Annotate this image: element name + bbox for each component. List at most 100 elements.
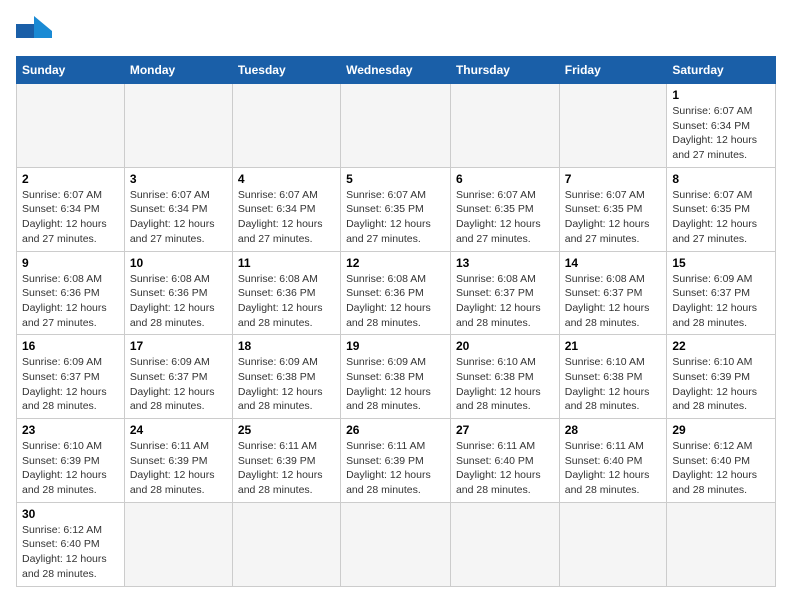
- calendar-table: SundayMondayTuesdayWednesdayThursdayFrid…: [16, 56, 776, 587]
- day-info: Sunrise: 6:07 AMSunset: 6:34 PMDaylight:…: [130, 188, 227, 247]
- day-info: Sunrise: 6:08 AMSunset: 6:36 PMDaylight:…: [22, 272, 119, 331]
- page-header: [16, 16, 776, 46]
- calendar-cell: 23 Sunrise: 6:10 AMSunset: 6:39 PMDayligh…: [17, 419, 125, 503]
- calendar-header-row: SundayMondayTuesdayWednesdayThursdayFrid…: [17, 57, 776, 84]
- column-header-tuesday: Tuesday: [232, 57, 340, 84]
- day-info: Sunrise: 6:07 AMSunset: 6:35 PMDaylight:…: [565, 188, 662, 247]
- day-info: Sunrise: 6:10 AMSunset: 6:38 PMDaylight:…: [565, 355, 662, 414]
- day-info: Sunrise: 6:08 AMSunset: 6:36 PMDaylight:…: [346, 272, 445, 331]
- calendar-cell: [17, 84, 125, 168]
- calendar-cell: [341, 502, 451, 586]
- column-header-wednesday: Wednesday: [341, 57, 451, 84]
- calendar-cell: 15 Sunrise: 6:09 AMSunset: 6:37 PMDayligh…: [667, 251, 776, 335]
- day-info: Sunrise: 6:09 AMSunset: 6:38 PMDaylight:…: [238, 355, 335, 414]
- day-info: Sunrise: 6:09 AMSunset: 6:38 PMDaylight:…: [346, 355, 445, 414]
- day-info: Sunrise: 6:07 AMSunset: 6:34 PMDaylight:…: [238, 188, 335, 247]
- calendar-cell: 27 Sunrise: 6:11 AMSunset: 6:40 PMDayligh…: [450, 419, 559, 503]
- calendar-cell: 4 Sunrise: 6:07 AMSunset: 6:34 PMDaylight…: [232, 167, 340, 251]
- day-number: 4: [238, 172, 335, 186]
- logo-icon: [16, 16, 52, 46]
- day-number: 20: [456, 339, 554, 353]
- day-number: 27: [456, 423, 554, 437]
- day-number: 5: [346, 172, 445, 186]
- day-number: 13: [456, 256, 554, 270]
- day-number: 10: [130, 256, 227, 270]
- day-number: 8: [672, 172, 770, 186]
- calendar-cell: 19 Sunrise: 6:09 AMSunset: 6:38 PMDayligh…: [341, 335, 451, 419]
- calendar-cell: [559, 84, 667, 168]
- calendar-cell: [450, 84, 559, 168]
- day-info: Sunrise: 6:11 AMSunset: 6:40 PMDaylight:…: [565, 439, 662, 498]
- calendar-cell: 1 Sunrise: 6:07 AMSunset: 6:34 PMDaylight…: [667, 84, 776, 168]
- day-info: Sunrise: 6:08 AMSunset: 6:37 PMDaylight:…: [565, 272, 662, 331]
- calendar-cell: 24Sunrise: 6:11 AMSunset: 6:39 PMDayligh…: [124, 419, 232, 503]
- column-header-friday: Friday: [559, 57, 667, 84]
- day-info: Sunrise: 6:12 AMSunset: 6:40 PMDaylight:…: [22, 523, 119, 582]
- day-info: Sunrise: 6:09 AMSunset: 6:37 PMDaylight:…: [130, 355, 227, 414]
- calendar-cell: 12 Sunrise: 6:08 AMSunset: 6:36 PMDayligh…: [341, 251, 451, 335]
- calendar-cell: [450, 502, 559, 586]
- day-info: Sunrise: 6:08 AMSunset: 6:36 PMDaylight:…: [238, 272, 335, 331]
- day-number: 15: [672, 256, 770, 270]
- day-number: 7: [565, 172, 662, 186]
- column-header-monday: Monday: [124, 57, 232, 84]
- calendar-cell: 16 Sunrise: 6:09 AMSunset: 6:37 PMDayligh…: [17, 335, 125, 419]
- day-info: Sunrise: 6:11 AMSunset: 6:39 PMDaylight:…: [130, 439, 227, 498]
- day-number: 30: [22, 507, 119, 521]
- day-number: 16: [22, 339, 119, 353]
- day-number: 2: [22, 172, 119, 186]
- day-number: 12: [346, 256, 445, 270]
- day-info: Sunrise: 6:10 AMSunset: 6:38 PMDaylight:…: [456, 355, 554, 414]
- day-info: Sunrise: 6:09 AMSunset: 6:37 PMDaylight:…: [22, 355, 119, 414]
- calendar-cell: 10 Sunrise: 6:08 AMSunset: 6:36 PMDayligh…: [124, 251, 232, 335]
- calendar-cell: 17 Sunrise: 6:09 AMSunset: 6:37 PMDayligh…: [124, 335, 232, 419]
- day-info: Sunrise: 6:08 AMSunset: 6:37 PMDaylight:…: [456, 272, 554, 331]
- calendar-cell: 11 Sunrise: 6:08 AMSunset: 6:36 PMDayligh…: [232, 251, 340, 335]
- day-number: 1: [672, 88, 770, 102]
- day-info: Sunrise: 6:12 AMSunset: 6:40 PMDaylight:…: [672, 439, 770, 498]
- day-number: 17: [130, 339, 227, 353]
- day-info: Sunrise: 6:08 AMSunset: 6:36 PMDaylight:…: [130, 272, 227, 331]
- calendar-cell: 25Sunrise: 6:11 AMSunset: 6:39 PMDayligh…: [232, 419, 340, 503]
- day-number: 9: [22, 256, 119, 270]
- day-info: Sunrise: 6:11 AMSunset: 6:40 PMDaylight:…: [456, 439, 554, 498]
- calendar-cell: 26 Sunrise: 6:11 AMSunset: 6:39 PMDayligh…: [341, 419, 451, 503]
- calendar-cell: 20 Sunrise: 6:10 AMSunset: 6:38 PMDayligh…: [450, 335, 559, 419]
- column-header-thursday: Thursday: [450, 57, 559, 84]
- calendar-cell: [559, 502, 667, 586]
- calendar-cell: 13 Sunrise: 6:08 AMSunset: 6:37 PMDayligh…: [450, 251, 559, 335]
- calendar-cell: [667, 502, 776, 586]
- day-info: Sunrise: 6:07 AMSunset: 6:34 PMDaylight:…: [22, 188, 119, 247]
- calendar-cell: [124, 502, 232, 586]
- calendar-week-row: 9 Sunrise: 6:08 AMSunset: 6:36 PMDaylight…: [17, 251, 776, 335]
- calendar-week-row: 23 Sunrise: 6:10 AMSunset: 6:39 PMDayligh…: [17, 419, 776, 503]
- day-number: 26: [346, 423, 445, 437]
- day-info: Sunrise: 6:07 AMSunset: 6:34 PMDaylight:…: [672, 104, 770, 163]
- day-info: Sunrise: 6:10 AMSunset: 6:39 PMDaylight:…: [672, 355, 770, 414]
- day-info: Sunrise: 6:09 AMSunset: 6:37 PMDaylight:…: [672, 272, 770, 331]
- day-info: Sunrise: 6:11 AMSunset: 6:39 PMDaylight:…: [238, 439, 335, 498]
- calendar-cell: [341, 84, 451, 168]
- calendar-cell: 5Sunrise: 6:07 AMSunset: 6:35 PMDaylight…: [341, 167, 451, 251]
- day-number: 18: [238, 339, 335, 353]
- calendar-week-row: 2 Sunrise: 6:07 AMSunset: 6:34 PMDaylight…: [17, 167, 776, 251]
- calendar-week-row: 1 Sunrise: 6:07 AMSunset: 6:34 PMDaylight…: [17, 84, 776, 168]
- day-info: Sunrise: 6:07 AMSunset: 6:35 PMDaylight:…: [456, 188, 554, 247]
- day-number: 14: [565, 256, 662, 270]
- calendar-cell: [124, 84, 232, 168]
- day-number: 19: [346, 339, 445, 353]
- column-header-saturday: Saturday: [667, 57, 776, 84]
- calendar-cell: 9 Sunrise: 6:08 AMSunset: 6:36 PMDaylight…: [17, 251, 125, 335]
- day-number: 3: [130, 172, 227, 186]
- day-info: Sunrise: 6:11 AMSunset: 6:39 PMDaylight:…: [346, 439, 445, 498]
- day-info: Sunrise: 6:10 AMSunset: 6:39 PMDaylight:…: [22, 439, 119, 498]
- day-number: 6: [456, 172, 554, 186]
- calendar-cell: 28Sunrise: 6:11 AMSunset: 6:40 PMDayligh…: [559, 419, 667, 503]
- calendar-cell: 21Sunrise: 6:10 AMSunset: 6:38 PMDayligh…: [559, 335, 667, 419]
- day-number: 23: [22, 423, 119, 437]
- calendar-cell: 18 Sunrise: 6:09 AMSunset: 6:38 PMDayligh…: [232, 335, 340, 419]
- day-number: 22: [672, 339, 770, 353]
- calendar-cell: 29Sunrise: 6:12 AMSunset: 6:40 PMDayligh…: [667, 419, 776, 503]
- calendar-cell: 6 Sunrise: 6:07 AMSunset: 6:35 PMDaylight…: [450, 167, 559, 251]
- day-number: 11: [238, 256, 335, 270]
